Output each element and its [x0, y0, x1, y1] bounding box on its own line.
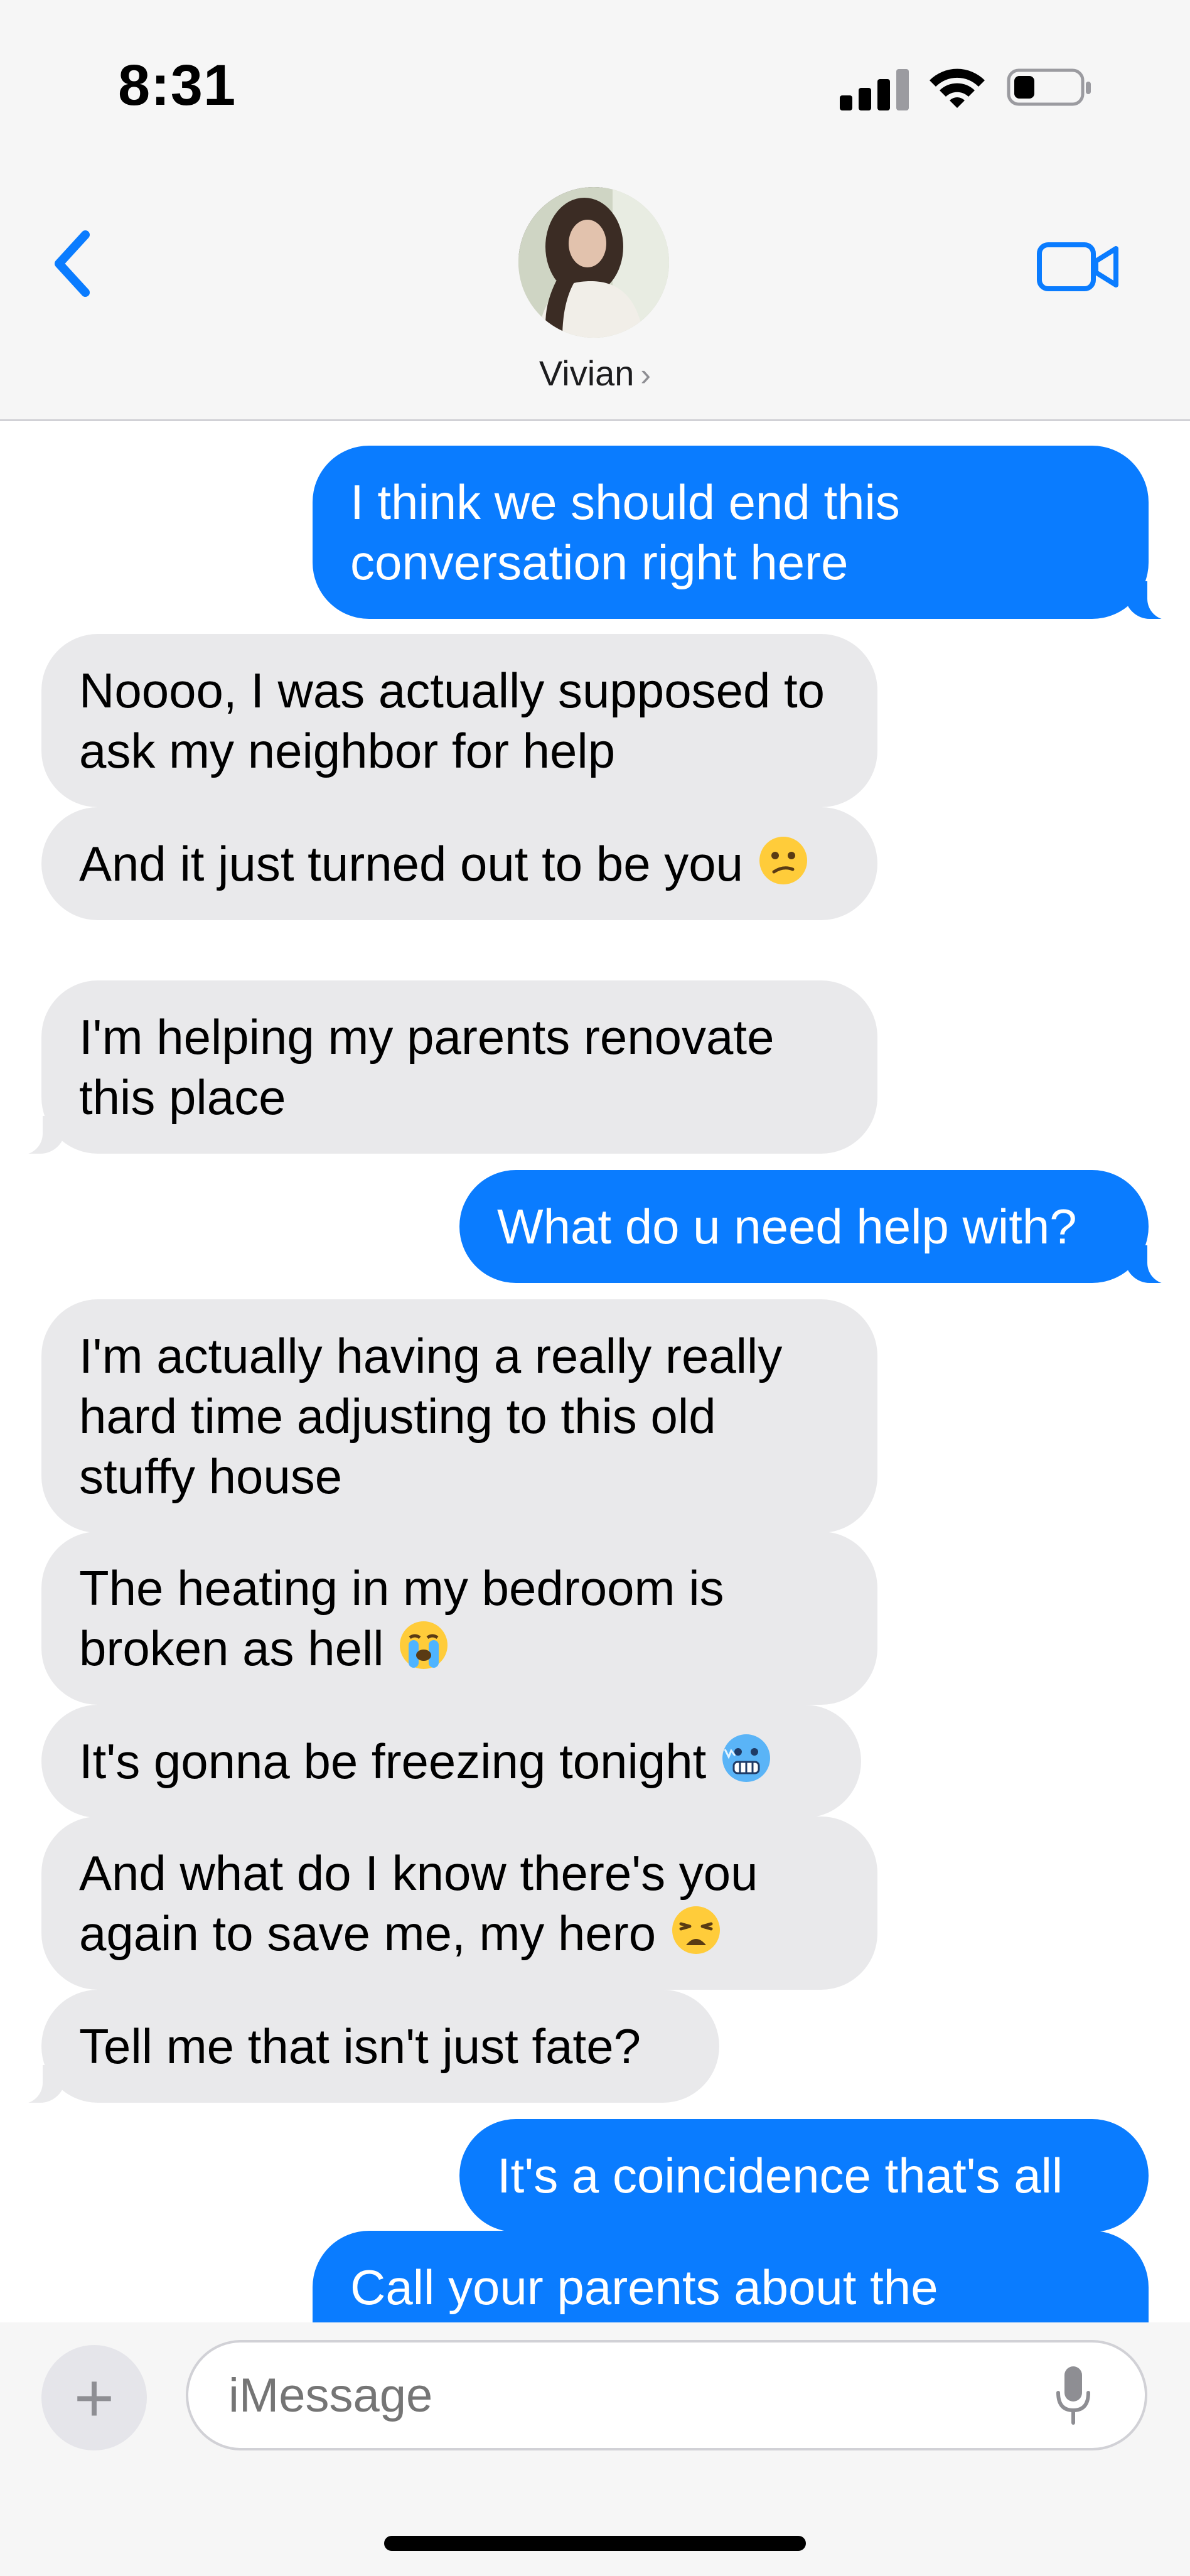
- loudly-crying-face-emoji-icon: [400, 1621, 448, 1669]
- cold-face-emoji-icon: [722, 1734, 770, 1782]
- message-bubble-incoming[interactable]: It's gonna be freezing tonight: [41, 1705, 861, 1818]
- message-text: I'm actually having a really really hard…: [79, 1328, 783, 1504]
- message-composer: +: [0, 2322, 1190, 2576]
- microphone-icon[interactable]: [1054, 2364, 1092, 2427]
- message-text: It's a coincidence that's all: [497, 2148, 1063, 2203]
- message-text: Noooo, I was actually supposed to ask my…: [79, 663, 825, 778]
- message-bubble-outgoing[interactable]: I think we should end this conversation …: [313, 446, 1186, 620]
- wifi-icon: [930, 68, 985, 108]
- message-text: And it just turned out to be you: [79, 836, 744, 891]
- message-thread[interactable]: I think we should end this conversation …: [0, 419, 1190, 2322]
- message-text: I'm helping my parents renovate this pla…: [79, 1009, 775, 1125]
- message-bubble-incoming[interactable]: And it just turned out to be you: [41, 807, 877, 920]
- status-time: 8:31: [118, 53, 237, 117]
- add-attachment-button[interactable]: +: [41, 2345, 147, 2450]
- plus-icon: +: [73, 2359, 115, 2437]
- message-bubble-outgoing[interactable]: What do u need help with?: [459, 1170, 1186, 1284]
- message-bubble-incoming[interactable]: Noooo, I was actually supposed to ask my…: [41, 634, 877, 807]
- back-chevron-icon[interactable]: [45, 226, 102, 301]
- message-text: I think we should end this conversation …: [350, 475, 900, 590]
- message-text: Tell me that isn't just fate?: [79, 2019, 641, 2074]
- message-bubble-incoming[interactable]: I'm helping my parents renovate this pla…: [4, 980, 877, 1155]
- message-bubble-outgoing[interactable]: It's a coincidence that's all: [459, 2119, 1149, 2232]
- message-text: It's gonna be freezing tonight: [79, 1734, 707, 1789]
- contact-name: Vivian: [539, 353, 635, 393]
- message-text: Call your parents about the: [350, 2260, 938, 2315]
- confused-face-emoji-icon: [759, 837, 807, 884]
- weary-face-emoji-icon: [672, 1906, 720, 1954]
- message-text: And what do I know there's you again to …: [79, 1845, 758, 1961]
- contact-avatar[interactable]: [518, 187, 669, 338]
- cellular-signal-icon: [840, 68, 909, 110]
- home-indicator[interactable]: [384, 2536, 806, 2551]
- message-bubble-incoming[interactable]: Tell me that isn't just fate?: [4, 1990, 719, 2104]
- video-call-icon[interactable]: [1036, 239, 1121, 295]
- chevron-right-icon: ›: [640, 357, 651, 392]
- imessage-input[interactable]: [186, 2340, 1147, 2450]
- contact-name-button[interactable]: Vivian ›: [0, 353, 1190, 394]
- battery-icon: [1007, 68, 1091, 106]
- message-text: What do u need help with?: [497, 1199, 1077, 1254]
- message-bubble-incoming[interactable]: I'm actually having a really really hard…: [41, 1299, 877, 1533]
- message-bubble-incoming[interactable]: The heating in my bedroom is broken as h…: [41, 1532, 877, 1705]
- avatar-photo: [518, 187, 669, 338]
- conversation-header: 8:31 Vivian ›: [0, 0, 1190, 421]
- message-bubble-incoming[interactable]: And what do I know there's you again to …: [41, 1817, 877, 1990]
- message-bubble-outgoing[interactable]: Call your parents about the: [313, 2231, 1149, 2322]
